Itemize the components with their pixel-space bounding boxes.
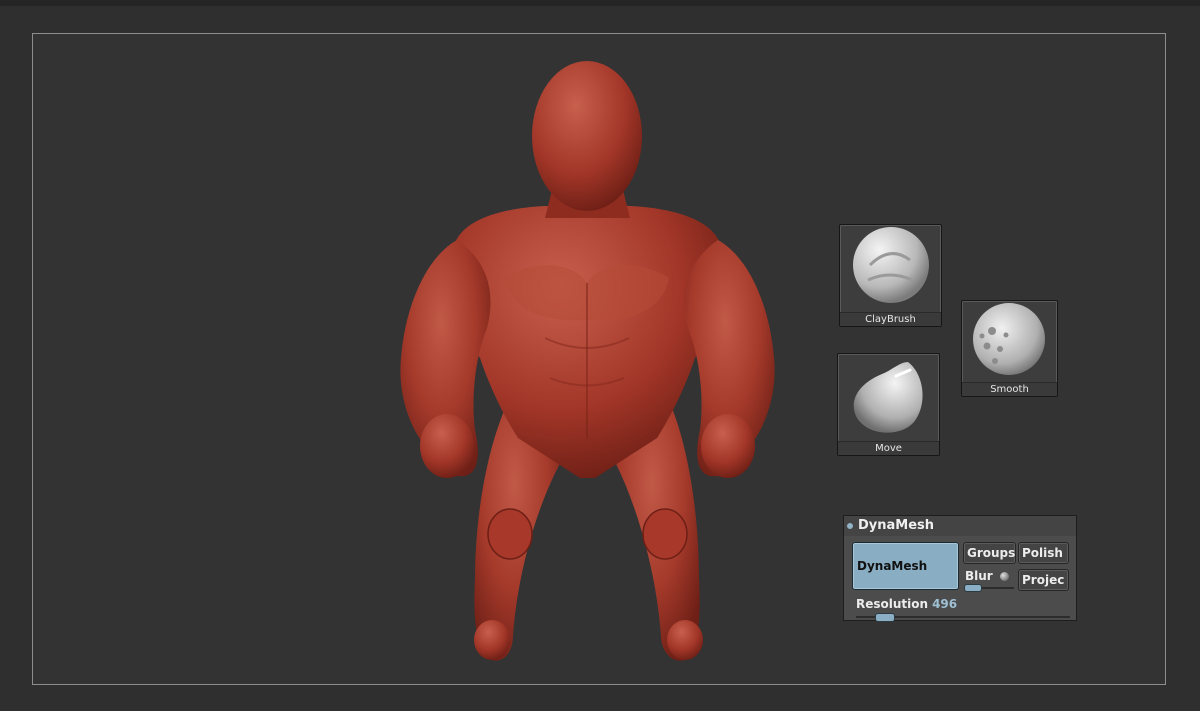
smooth-button[interactable]: Smooth [961, 300, 1058, 397]
claybrush-button[interactable]: ClayBrush [839, 224, 942, 327]
dynamesh-panel: DynaMesh DynaMesh Groups Polish Blur Pro… [843, 515, 1077, 622]
move-sphere-icon [853, 362, 923, 433]
dynamesh-button[interactable]: DynaMesh [852, 542, 959, 590]
blur-slider-handle[interactable] [964, 584, 982, 592]
resolution-slider-handle[interactable] [875, 613, 895, 622]
resolution-label-text: Resolution [856, 597, 929, 611]
move-button[interactable]: Move [837, 353, 940, 456]
project-button[interactable]: Projec [1018, 569, 1069, 591]
smooth-label: Smooth [962, 382, 1057, 396]
move-label: Move [838, 441, 939, 455]
top-strip [0, 0, 1200, 6]
dynamesh-title: DynaMesh [858, 518, 935, 533]
groups-button[interactable]: Groups [963, 542, 1016, 564]
blur-knob-icon[interactable] [1000, 572, 1009, 581]
dynamesh-header[interactable]: DynaMesh [844, 516, 1076, 536]
claybrush-sphere-icon [853, 227, 929, 303]
dynamesh-button-label: DynaMesh [857, 559, 928, 573]
polish-button[interactable]: Polish [1018, 542, 1069, 564]
collapse-dot-icon[interactable] [847, 523, 853, 529]
sculpt-model[interactable] [395, 58, 780, 663]
resolution-label: Resolution 496 [856, 597, 957, 611]
claybrush-label: ClayBrush [840, 312, 941, 326]
smooth-sphere-icon [973, 303, 1045, 375]
blur-label: Blur [965, 569, 993, 583]
resolution-value: 496 [932, 597, 958, 611]
